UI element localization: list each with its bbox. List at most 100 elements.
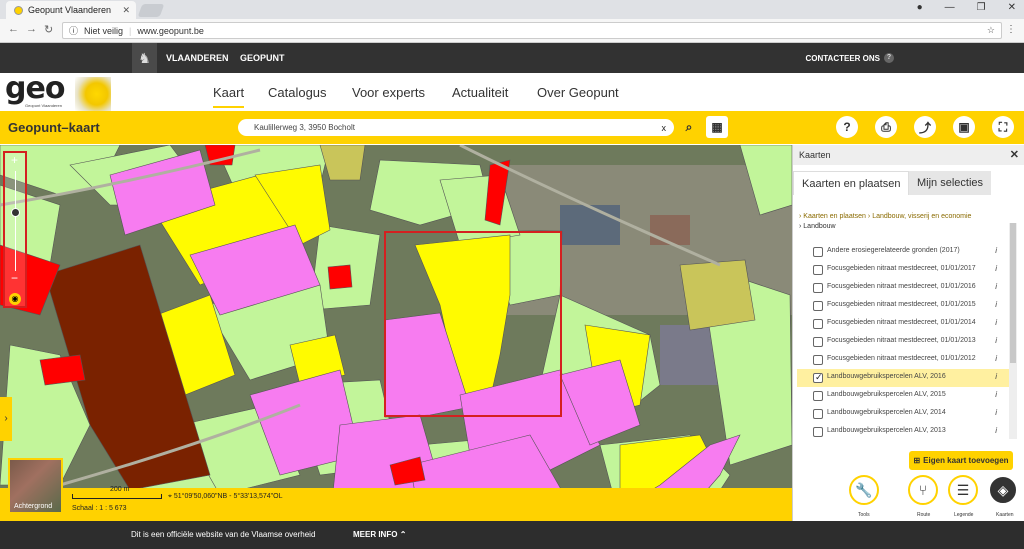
route-button[interactable]: ⑂ [908, 475, 938, 505]
info-icon[interactable]: i [995, 354, 997, 363]
close-tab-icon[interactable]: ✕ [122, 5, 130, 16]
layer-item[interactable]: Landbouwgebruikspercelen ALV, 2013 i [797, 423, 1009, 441]
layers-icon: ◈ [997, 481, 1009, 498]
layer-item[interactable]: Andere erosiegerelateerde gronden (2017)… [797, 243, 1009, 261]
layer-item[interactable]: Focusgebieden nitraat mestdecreet, 01/01… [797, 351, 1009, 369]
layer-checkbox[interactable] [813, 247, 823, 257]
breadcrumb-level-2[interactable]: › Landbouw, visserij en economie [868, 213, 972, 220]
layer-item[interactable]: Focusgebieden nitraat mestdecreet, 01/01… [797, 279, 1009, 297]
bookmark-star-icon[interactable]: ☆ [987, 25, 995, 36]
contact-link[interactable]: CONTACTEER ONS ? [805, 53, 894, 63]
layer-checkbox[interactable] [813, 391, 823, 401]
reload-icon[interactable]: ↻ [44, 23, 53, 36]
layer-checkbox[interactable] [813, 427, 823, 437]
layer-checkbox[interactable] [813, 337, 823, 347]
tab-mijn-selecties[interactable]: Mijn selecties [909, 171, 992, 195]
layer-checkbox[interactable] [813, 409, 823, 419]
layer-checkbox[interactable] [813, 355, 823, 365]
tab-title: Geopunt Vlaanderen [28, 5, 112, 15]
zoom-track[interactable] [15, 171, 16, 271]
layer-label: Focusgebieden nitraat mestdecreet, 01/01… [827, 301, 976, 308]
coordinates-text: 51°09'50,060"NB - 5°33'13,574"OL [173, 493, 283, 500]
back-icon[interactable]: ← [8, 23, 19, 35]
layer-item[interactable]: Focusgebieden nitraat mestdecreet, 01/01… [797, 333, 1009, 351]
info-icon[interactable]: i [995, 282, 997, 291]
vlaanderen-link[interactable]: VLAANDEREN [166, 53, 229, 63]
layer-list-scrollbar[interactable] [1009, 223, 1017, 439]
layer-checkbox[interactable] [813, 283, 823, 293]
maximize-icon[interactable]: ❐ [977, 2, 986, 13]
scale-bar-label: 200 m [110, 486, 130, 493]
calculator-icon[interactable]: ▦ [706, 116, 728, 138]
layer-label: Focusgebieden nitraat mestdecreet, 01/01… [827, 355, 976, 362]
route-label: Route [917, 512, 931, 518]
browser-tab[interactable]: Geopunt Vlaanderen ✕ [6, 1, 136, 19]
geopunt-link[interactable]: GEOPUNT [240, 53, 285, 63]
search-location-icon[interactable]: ⌕ [678, 116, 700, 138]
logo-text: geo [5, 71, 65, 106]
search-input[interactable]: Kaulillerweg 3, 3950 Bocholt x [238, 119, 674, 136]
layer-item[interactable]: Focusgebieden nitraat mestdecreet, 01/01… [797, 261, 1009, 279]
nav-voor-experts[interactable]: Voor experts [352, 85, 425, 100]
logo-subtitle: Geopunt Vlaanderen [25, 103, 62, 108]
layer-checkbox-checked[interactable] [813, 372, 823, 383]
geopunt-logo[interactable]: geo Geopunt Vlaanderen [5, 71, 111, 111]
fullscreen-icon[interactable]: ⛶ [992, 116, 1014, 138]
print-icon[interactable]: ⎙ [875, 116, 897, 138]
nav-catalogus[interactable]: Catalogus [268, 85, 327, 100]
clear-search-icon[interactable]: x [662, 123, 667, 133]
expand-left-panel-icon[interactable]: › [0, 397, 12, 441]
info-icon[interactable]: i [995, 300, 997, 309]
layer-checkbox[interactable] [813, 265, 823, 275]
profile-icon[interactable]: ● [917, 2, 923, 13]
layer-checkbox[interactable] [813, 301, 823, 311]
tools-button[interactable]: 🔧 [849, 475, 879, 505]
layer-item[interactable]: Focusgebieden nitraat mestdecreet, 01/01… [797, 297, 1009, 315]
info-icon[interactable]: i [995, 426, 997, 435]
nav-actualiteit[interactable]: Actualiteit [452, 85, 508, 100]
close-window-icon[interactable]: ✕ [1008, 2, 1016, 13]
info-icon[interactable]: i [995, 390, 997, 399]
layer-item[interactable]: Landbouwgebruikspercelen ALV, 2015 i [797, 387, 1009, 405]
layer-item-selected[interactable]: Landbouwgebruikspercelen ALV, 2016 i [797, 369, 1009, 387]
minimize-icon[interactable]: — [945, 2, 955, 13]
zoom-control[interactable]: + − ◉ [3, 151, 27, 308]
kaarten-button[interactable]: ◈ [988, 475, 1018, 505]
info-icon[interactable]: ⓘ [69, 24, 78, 37]
tab-kaarten-en-plaatsen[interactable]: Kaarten en plaatsen [793, 171, 910, 195]
info-icon[interactable]: i [995, 372, 997, 381]
info-icon[interactable]: i [995, 246, 997, 255]
scrollbar-thumb[interactable] [1010, 223, 1016, 363]
info-icon[interactable]: i [995, 408, 997, 417]
info-icon[interactable]: i [995, 336, 997, 345]
zoom-in-icon[interactable]: + [11, 153, 18, 167]
globe-icon[interactable]: ◉ [9, 293, 21, 305]
legend-button[interactable]: ☰ [948, 475, 978, 505]
layer-item[interactable]: Landbouwgebruikspercelen ALV, 2014 i [797, 405, 1009, 423]
breadcrumb-level-1[interactable]: › Kaarten en plaatsen [799, 213, 866, 220]
zoom-out-icon[interactable]: − [11, 271, 18, 285]
layer-list: Andere erosiegerelateerde gronden (2017)… [797, 243, 1009, 441]
nav-kaart[interactable]: Kaart [213, 85, 245, 108]
meer-info-link[interactable]: MEER INFO ⌃ [353, 530, 406, 539]
help-button[interactable]: ? [836, 116, 858, 138]
add-layer-icon: ⊞ [913, 456, 921, 465]
background-map-button[interactable]: Achtergrond [8, 458, 63, 514]
url-field[interactable]: ⓘ Niet veilig | www.geopunt.be ☆ [62, 22, 1002, 39]
close-panel-icon[interactable]: ✕ [1010, 148, 1019, 161]
forward-icon[interactable]: → [26, 23, 37, 35]
add-own-map-button[interactable]: ⊞ Eigen kaart toevoegen [909, 451, 1013, 470]
zoom-slider-handle[interactable] [11, 208, 20, 217]
layer-item[interactable]: Focusgebieden nitraat mestdecreet, 01/01… [797, 315, 1009, 333]
save-icon[interactable]: ▣ [953, 116, 975, 138]
browser-menu-icon[interactable]: ⋮ [1006, 24, 1016, 35]
browser-tab-bar: Geopunt Vlaanderen ✕ ● — ❐ ✕ [0, 0, 1024, 19]
info-icon[interactable]: i [995, 318, 997, 327]
map-canvas[interactable]: + − ◉ › [0, 145, 792, 521]
share-icon[interactable]: ⤴ [914, 116, 936, 138]
nav-over-geopunt[interactable]: Over Geopunt [537, 85, 619, 100]
new-tab-button[interactable] [137, 4, 165, 17]
layer-checkbox[interactable] [813, 319, 823, 329]
info-icon[interactable]: i [995, 264, 997, 273]
window-controls: ● — ❐ ✕ [917, 2, 1016, 13]
